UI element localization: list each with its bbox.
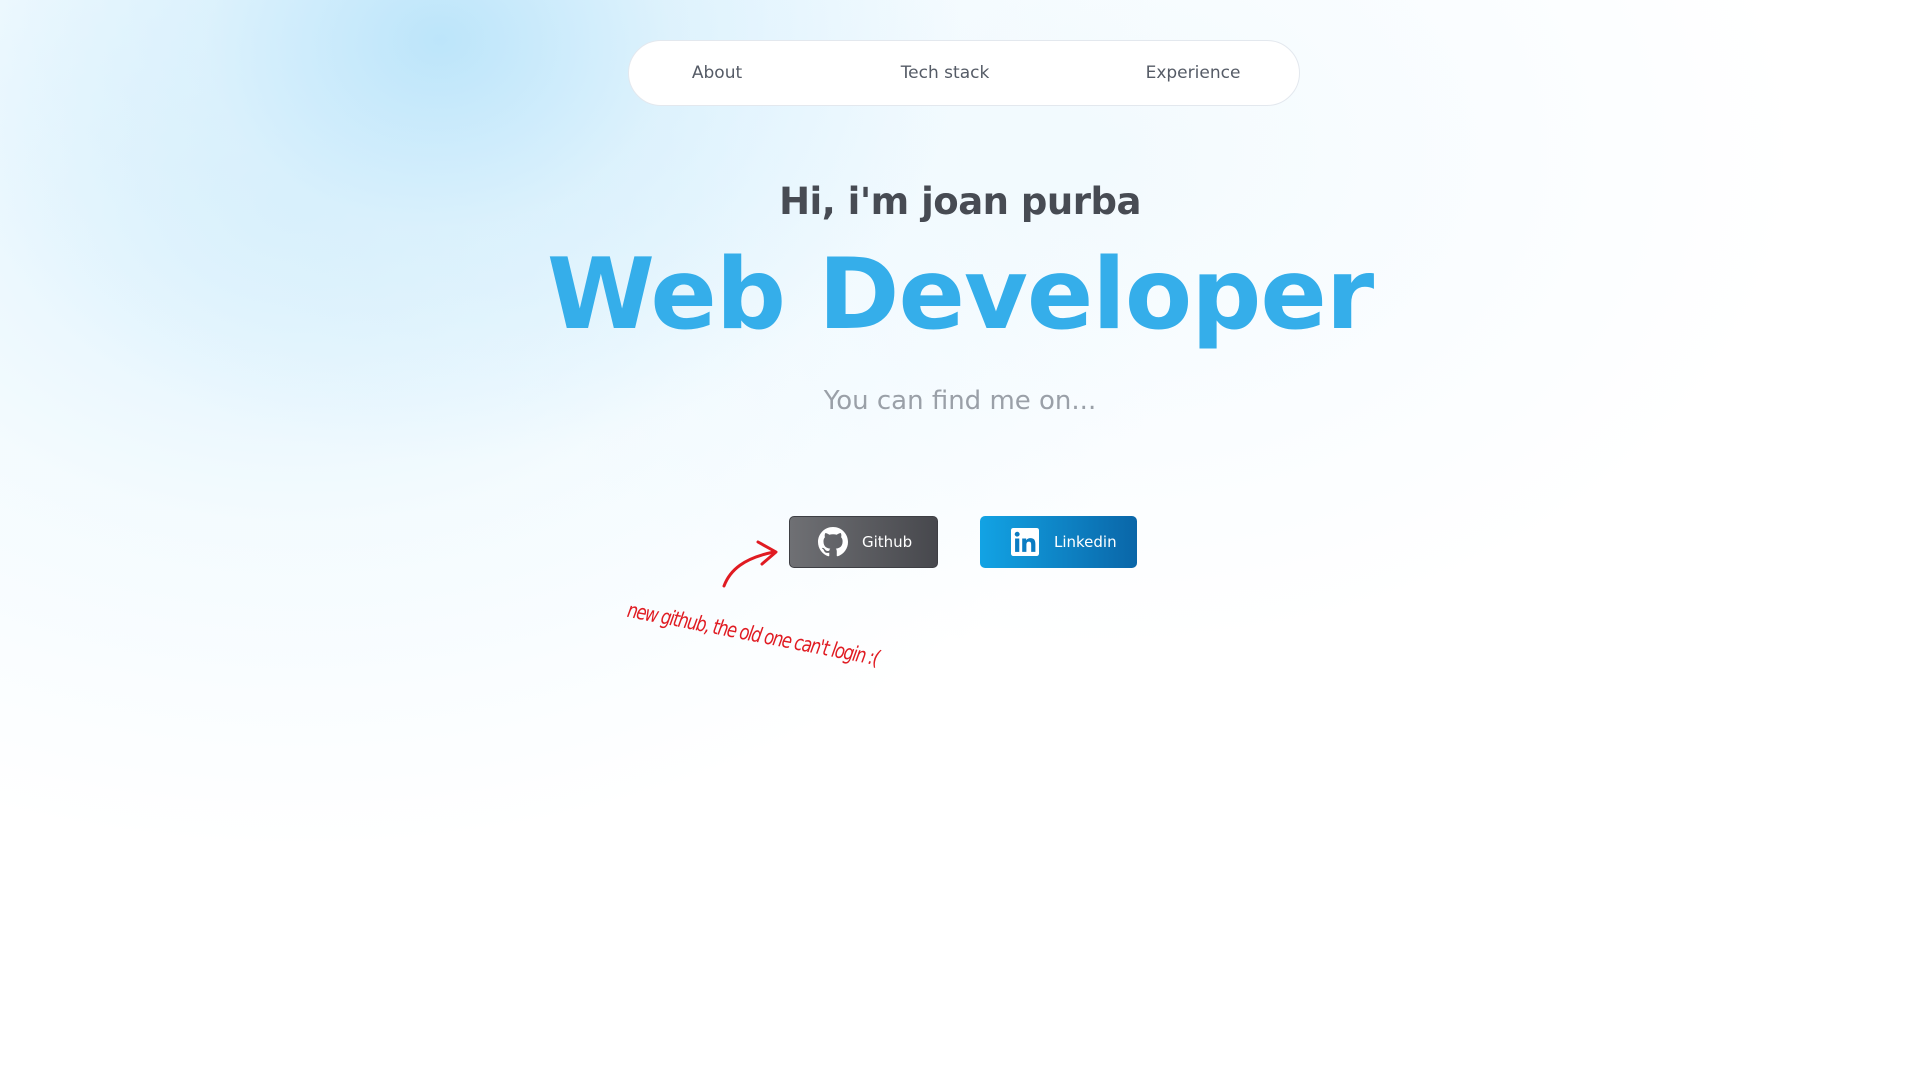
- note-arrow-icon: [722, 540, 778, 588]
- github-button[interactable]: Github: [789, 516, 938, 568]
- github-button-label: Github: [862, 533, 913, 551]
- linkedin-icon: [1010, 527, 1040, 557]
- top-nav: About Tech stack Experience: [628, 40, 1300, 106]
- find-me-text: You can find me on...: [823, 386, 1097, 416]
- greeting-heading: Hi, i'm joan purba: [779, 180, 1141, 223]
- github-icon: [818, 527, 848, 557]
- handwritten-note: new github, the old one can't login :(: [625, 598, 881, 671]
- nav-item-experience[interactable]: Experience: [1146, 41, 1241, 105]
- linkedin-button-label: Linkedin: [1054, 533, 1117, 551]
- nav-item-about[interactable]: About: [692, 41, 742, 105]
- nav-item-tech-stack[interactable]: Tech stack: [901, 41, 990, 105]
- role-title: Web Developer: [546, 238, 1374, 352]
- linkedin-button[interactable]: Linkedin: [980, 516, 1137, 568]
